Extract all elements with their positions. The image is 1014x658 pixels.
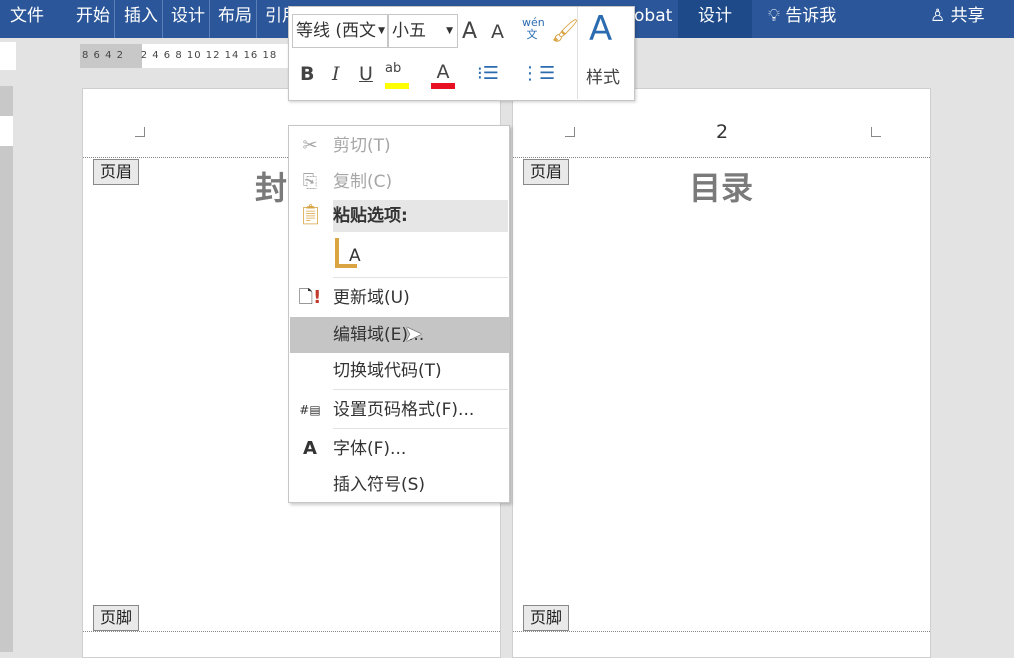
mini-toolbar: 等线 (西文▼ 小五▼ A A wén 文 🖌︎ A 样式 B I U ab A… — [288, 6, 635, 101]
horizontal-ruler[interactable]: 8 6 4 2 2 4 6 8 10 12 14 16 18 — [80, 44, 290, 68]
page-number-format-icon: #▤ — [298, 392, 322, 428]
paste-icon: 📋︎ — [298, 202, 323, 226]
chevron-down-icon: ▼ — [378, 15, 385, 47]
grow-font-icon[interactable]: A — [462, 19, 477, 44]
footer-tag: 页脚 — [93, 605, 139, 631]
tab-design[interactable]: 设计 — [167, 0, 210, 38]
page-2[interactable]: 2 页眉 目录 页脚 — [512, 88, 931, 658]
keep-text-only-paste-button[interactable]: A — [335, 238, 357, 268]
page-title: 目录 — [689, 163, 753, 209]
page-title: 封 — [255, 163, 287, 209]
menu-item-toggle-field-codes[interactable]: 切换域代码(T) — [290, 353, 509, 389]
shrink-font-icon[interactable]: A — [491, 21, 504, 43]
menu-item-format-page-numbers[interactable]: #▤设置页码格式(F)... — [290, 392, 509, 428]
bold-button[interactable]: B — [300, 63, 314, 85]
tab-home[interactable]: 开始 — [72, 0, 115, 38]
header-tag: 页眉 — [93, 159, 139, 185]
highlight-button[interactable]: ab — [385, 61, 409, 89]
vertical-ruler[interactable] — [0, 86, 13, 652]
header-tag: 页眉 — [523, 159, 569, 185]
lightbulb-icon: 💡︎ — [768, 6, 780, 26]
menu-item-insert-symbol[interactable]: 插入符号(S) — [290, 467, 509, 503]
page-number-field[interactable]: 2 — [716, 121, 728, 143]
footer-tag: 页脚 — [523, 605, 569, 631]
ruler-ticks: 8 6 4 2 2 4 6 8 10 12 14 16 18 — [80, 50, 277, 61]
tab-file[interactable]: 文件 — [6, 0, 48, 38]
menu-item-copy[interactable]: ⎘复制(C) — [290, 164, 509, 200]
tab-acrobat[interactable]: obat — [630, 0, 676, 38]
styles-icon[interactable]: A — [589, 9, 612, 49]
mouse-cursor-icon: ➤ — [404, 322, 422, 347]
update-field-icon: 🗋! — [298, 280, 322, 316]
person-icon: ♙ — [930, 6, 945, 26]
font-size-select[interactable]: 小五▼ — [388, 14, 458, 48]
italic-button[interactable]: I — [332, 63, 340, 85]
menu-item-update-field[interactable]: 🗋!更新域(U) — [290, 280, 509, 316]
tab-header-design[interactable]: 设计 — [678, 0, 752, 38]
scissors-icon: ✂ — [298, 128, 322, 164]
tab-layout[interactable]: 布局 — [214, 0, 257, 38]
menu-item-edit-field[interactable]: 编辑域(E)... — [290, 317, 509, 353]
underline-button[interactable]: U — [359, 63, 373, 85]
menu-item-cut[interactable]: ✂剪切(T) — [290, 128, 509, 164]
phonetic-guide-icon[interactable]: wén 文 — [522, 17, 542, 41]
ruler-corner[interactable] — [0, 42, 16, 70]
bullets-icon[interactable]: ⁝☰ — [477, 63, 499, 84]
format-painter-icon[interactable]: 🖌︎ — [551, 19, 579, 44]
styles-button[interactable]: 样式 — [586, 63, 620, 88]
font-icon: A — [298, 431, 322, 467]
context-menu: ✂剪切(T) ⎘复制(C) 📋︎ 粘贴选项: A 🗋!更新域(U) 编辑域(E)… — [288, 125, 510, 503]
tab-insert[interactable]: 插入 — [120, 0, 163, 38]
chevron-down-icon: ▼ — [446, 15, 453, 47]
copy-icon: ⎘ — [298, 164, 322, 200]
font-color-button[interactable]: A — [431, 61, 455, 89]
numbering-icon[interactable]: ⋮☰ — [521, 63, 555, 84]
share-button[interactable]: ♙ 共享 — [926, 0, 989, 38]
tell-me[interactable]: 💡︎ 告诉我 — [764, 0, 840, 38]
menu-item-font[interactable]: A字体(F)... — [290, 431, 509, 467]
paste-options-header: 粘贴选项: — [333, 200, 508, 232]
font-name-select[interactable]: 等线 (西文▼ — [292, 14, 388, 48]
